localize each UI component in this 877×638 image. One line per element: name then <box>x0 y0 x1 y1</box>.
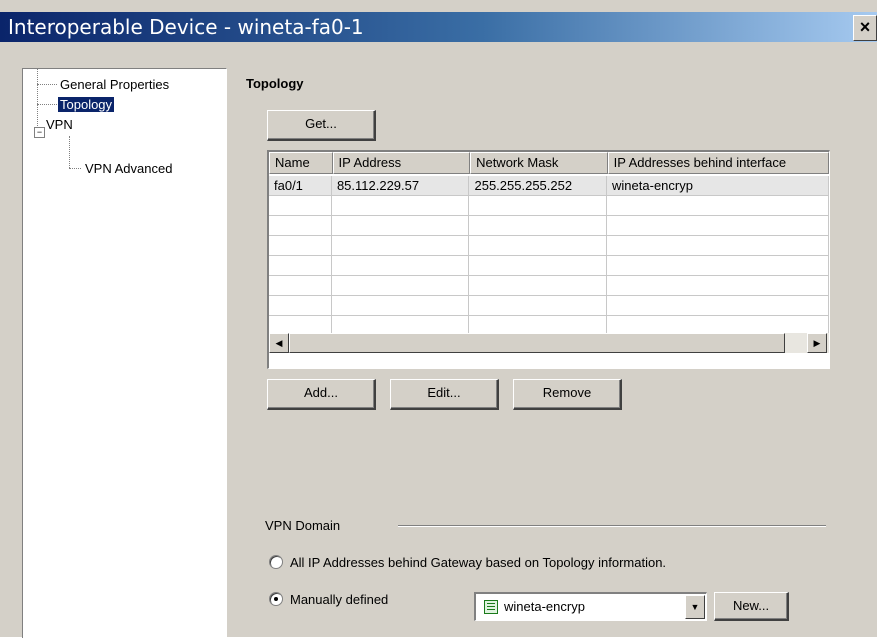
navigation-tree: General Properties Topology − VPN VPN Ad… <box>22 68 227 638</box>
domain-select[interactable]: wineta-encryp ▼ <box>474 592 707 621</box>
tree-connector <box>37 84 57 85</box>
tree-item-general-properties[interactable]: General Properties <box>60 77 169 92</box>
table-row[interactable] <box>269 296 829 316</box>
table-row[interactable] <box>269 256 829 276</box>
tree-item-vpn[interactable]: VPN <box>46 117 73 132</box>
tree-connector <box>69 136 70 168</box>
collapse-icon[interactable]: − <box>34 127 45 138</box>
cell-ip-address: 85.112.229.57 <box>332 176 470 195</box>
network-group-icon <box>484 600 498 614</box>
radio-option-topology[interactable]: All IP Addresses behind Gateway based on… <box>269 555 666 570</box>
column-header-network-mask[interactable]: Network Mask <box>470 152 608 174</box>
tree-item-vpn-advanced[interactable]: VPN Advanced <box>85 161 172 176</box>
cell-ip-behind-interface: wineta-encryp <box>607 176 829 195</box>
radio-manual-label: Manually defined <box>290 592 389 607</box>
group-divider <box>398 525 826 527</box>
cell-network-mask: 255.255.255.252 <box>469 176 608 195</box>
scroll-right-icon[interactable]: ▶ <box>807 333 827 353</box>
radio-topology-icon[interactable] <box>269 555 283 569</box>
scrollbar-thumb[interactable] <box>289 333 785 353</box>
chevron-down-icon[interactable]: ▼ <box>685 595 705 619</box>
table-row[interactable]: fa0/1 85.112.229.57 255.255.255.252 wine… <box>269 176 829 196</box>
section-title: Topology <box>246 76 304 91</box>
table-header: Name IP Address Network Mask IP Addresse… <box>269 152 829 174</box>
horizontal-scrollbar[interactable]: ◀ ▶ <box>269 333 829 353</box>
dialog-window: Interoperable Device - wineta-fa0-1 × Ge… <box>0 0 877 638</box>
table-row[interactable] <box>269 196 829 216</box>
column-header-ip-address[interactable]: IP Address <box>332 152 471 174</box>
tree-connector <box>37 69 38 136</box>
vpn-domain-label: VPN Domain <box>265 518 341 533</box>
column-header-ip-behind-interface[interactable]: IP Addresses behind interface <box>607 152 829 174</box>
domain-select-value: wineta-encryp <box>504 599 585 614</box>
column-header-name[interactable]: Name <box>269 152 333 174</box>
get-button[interactable]: Get... <box>267 110 376 141</box>
close-button[interactable]: × <box>853 15 877 41</box>
edit-button[interactable]: Edit... <box>390 379 499 410</box>
window-title: Interoperable Device - wineta-fa0-1 <box>8 15 364 39</box>
table-row[interactable] <box>269 216 829 236</box>
remove-button[interactable]: Remove <box>513 379 622 410</box>
cell-name: fa0/1 <box>269 176 332 195</box>
title-bar[interactable]: Interoperable Device - wineta-fa0-1 × <box>0 12 877 42</box>
tree-connector <box>37 104 57 105</box>
scroll-left-icon[interactable]: ◀ <box>269 333 289 353</box>
tree-item-topology[interactable]: Topology <box>58 97 115 112</box>
add-button[interactable]: Add... <box>267 379 376 410</box>
radio-topology-label: All IP Addresses behind Gateway based on… <box>290 555 667 570</box>
new-button[interactable]: New... <box>714 592 789 621</box>
table-row[interactable] <box>269 236 829 256</box>
tree-connector <box>69 168 81 169</box>
topology-table: Name IP Address Network Mask IP Addresse… <box>267 150 830 369</box>
radio-option-manual[interactable]: Manually defined <box>269 592 388 607</box>
table-row[interactable] <box>269 276 829 296</box>
radio-manual-icon[interactable] <box>269 592 283 606</box>
